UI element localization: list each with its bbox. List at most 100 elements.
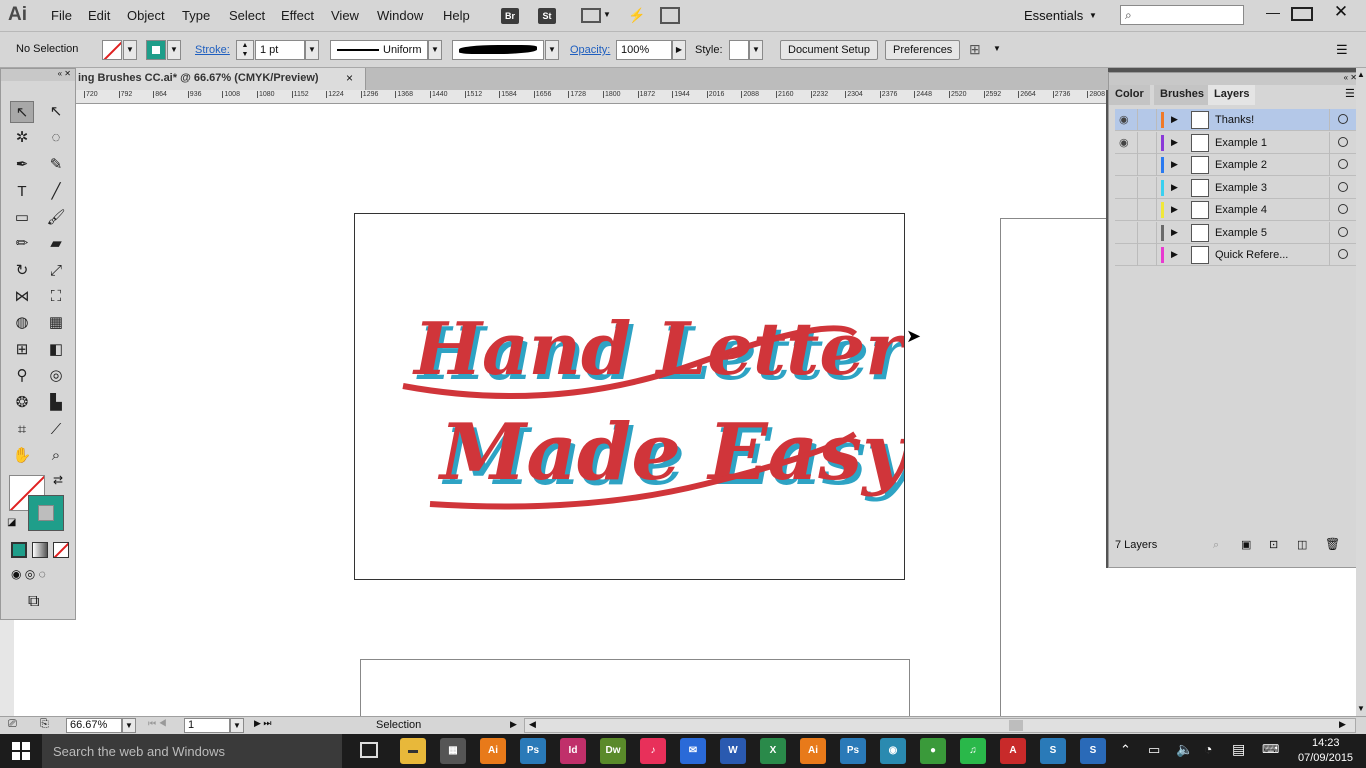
gradient-tool-icon[interactable]: ◧ — [44, 339, 68, 361]
rectangle-tool-icon[interactable]: ▭ — [10, 207, 34, 229]
battery-icon[interactable]: ▭ — [1148, 742, 1160, 758]
paintbrush-tool-icon[interactable]: 🖌 — [44, 207, 68, 229]
taskbar-app-icon[interactable]: ◉ — [880, 738, 906, 764]
stroke-stepper[interactable]: ▲ ▼ — [236, 40, 254, 60]
artboard-tool-icon[interactable]: ⌗ — [10, 419, 34, 441]
pen-tool-icon[interactable]: ✒ — [10, 154, 34, 176]
new-layer-icon[interactable]: ◫ — [1297, 538, 1307, 551]
taskbar-app-icon[interactable]: S — [1040, 738, 1066, 764]
expand-arrow-icon[interactable]: ▶ — [1171, 137, 1178, 148]
close-button[interactable]: ✕ — [1330, 2, 1352, 22]
search-input[interactable]: ⌕ — [1120, 5, 1244, 25]
open-in-icon[interactable]: ⎘ — [40, 718, 49, 731]
layer-name[interactable]: Example 1 — [1215, 137, 1267, 149]
variable-width-profile[interactable]: Uniform — [330, 40, 428, 60]
scroll-right-icon[interactable]: ▶ — [1339, 719, 1346, 730]
zoom-dropdown[interactable]: ▼ — [122, 718, 136, 733]
new-sublayer-icon[interactable]: ⊡ — [1269, 538, 1278, 551]
delete-layer-icon[interactable]: 🗑 — [1325, 537, 1340, 551]
expand-arrow-icon[interactable]: ▶ — [1171, 227, 1178, 238]
direct-selection-tool-icon[interactable]: ↖ — [44, 101, 68, 123]
zoom-input[interactable]: 66.67% — [66, 718, 122, 733]
scroll-up-icon[interactable]: ▲ — [1357, 70, 1365, 79]
status-menu-icon[interactable]: ▶ — [510, 719, 517, 730]
lock-toggle[interactable] — [1137, 176, 1157, 199]
scroll-thumb[interactable] — [1009, 720, 1023, 731]
third-artboard[interactable] — [360, 659, 910, 716]
layer-name[interactable]: Quick Refere... — [1215, 249, 1288, 261]
layer-row[interactable]: ◉ ▶ Example 1 — [1115, 131, 1357, 154]
slice-tool-icon[interactable]: ⟋ — [44, 419, 68, 441]
swap-colors-icon[interactable]: ⇄ — [53, 473, 63, 487]
brush-definition[interactable] — [452, 40, 544, 60]
symbol-sprayer-tool-icon[interactable]: ❂ — [10, 392, 34, 414]
width-tool-icon[interactable]: ⋈ — [10, 286, 34, 308]
lock-toggle[interactable] — [1137, 199, 1157, 221]
blend-tool-icon[interactable]: ◎ — [44, 365, 68, 387]
first-artboard-icon[interactable]: ⏮ ◀ — [148, 718, 167, 729]
expand-arrow-icon[interactable]: ▶ — [1171, 182, 1178, 193]
scroll-left-icon[interactable]: ◀ — [529, 719, 536, 730]
tools-collapse-icon[interactable]: « ✕ — [1, 69, 75, 81]
stroke-dropdown[interactable]: ▼ — [167, 40, 181, 60]
gpu-performance-icon[interactable]: ⚡ — [628, 7, 645, 24]
taskbar-app-icon[interactable]: ♫ — [960, 738, 986, 764]
hand-lettering-artwork[interactable]: Hand Lettering Made Easy! Hand Lettering… — [355, 214, 1037, 579]
layer-row[interactable]: ▶ Example 5 — [1115, 221, 1357, 244]
preferences-button[interactable]: Preferences — [885, 40, 961, 60]
layer-row[interactable]: ▶ Example 2 — [1115, 154, 1357, 176]
panel-collapse-icon[interactable]: « ✕ — [1109, 73, 1361, 85]
stroke-color-box[interactable] — [28, 495, 64, 531]
document-tab[interactable]: ing Brushes CC.ai* @ 66.67% (CMYK/Previe… — [76, 68, 366, 90]
workspace-switcher[interactable]: Essentials — [1024, 8, 1083, 23]
layer-name[interactable]: Example 5 — [1215, 227, 1267, 239]
default-colors-icon[interactable]: ◪ — [7, 517, 16, 528]
target-circle[interactable] — [1329, 109, 1357, 131]
arrange-documents-icon[interactable] — [581, 8, 601, 23]
hand-tool-icon[interactable]: ✋ — [10, 445, 34, 467]
align-options-icon[interactable]: ⊞ — [969, 41, 981, 58]
layer-name[interactable]: Example 4 — [1215, 204, 1267, 216]
notifications-icon[interactable]: ▤ — [1232, 741, 1245, 758]
document-setup-button[interactable]: Document Setup — [780, 40, 878, 60]
lock-toggle[interactable] — [1137, 244, 1157, 266]
brush-dropdown[interactable]: ▼ — [545, 40, 559, 60]
artboard[interactable]: Hand Lettering Made Easy! Hand Lettering… — [354, 213, 1037, 580]
target-circle[interactable] — [1329, 199, 1357, 221]
none-mode-icon[interactable] — [53, 542, 69, 558]
target-circle[interactable] — [1329, 131, 1357, 154]
fill-dropdown[interactable]: ▼ — [123, 40, 137, 60]
taskbar-app-icon[interactable]: W — [720, 738, 746, 764]
chevron-down-icon[interactable]: ▼ — [993, 44, 1001, 53]
layer-name[interactable]: Thanks! — [1215, 114, 1254, 126]
fill-swatch[interactable] — [102, 40, 122, 60]
menu-effect[interactable]: Effect — [281, 8, 314, 23]
color-mode-icon[interactable] — [11, 542, 27, 558]
taskbar-app-icon[interactable]: Id — [560, 738, 586, 764]
layer-row[interactable]: ▶ Quick Refere... — [1115, 244, 1357, 266]
menu-help[interactable]: Help — [443, 8, 470, 23]
menu-window[interactable]: Window — [377, 8, 423, 23]
profile-dropdown[interactable]: ▼ — [428, 40, 442, 60]
mesh-tool-icon[interactable]: ⊞ — [10, 339, 34, 361]
menu-type[interactable]: Type — [182, 8, 210, 23]
lock-toggle[interactable] — [1137, 221, 1157, 244]
keyboard-icon[interactable]: ⌨ — [1262, 742, 1279, 756]
wifi-icon[interactable]: ◔ — [1204, 741, 1212, 757]
show-hidden-icons-icon[interactable]: ⌃ — [1120, 742, 1131, 758]
opacity-flyout[interactable]: ▶ — [672, 40, 686, 60]
volume-icon[interactable]: 🔈 — [1176, 741, 1193, 758]
taskbar-app-icon[interactable]: Ai — [800, 738, 826, 764]
visibility-eye-icon[interactable]: ◉ — [1119, 136, 1133, 149]
clock-time[interactable]: 14:23 — [1312, 737, 1340, 749]
free-transform-tool-icon[interactable]: ⛶ — [44, 286, 68, 308]
lock-toggle[interactable] — [1137, 154, 1157, 176]
target-circle[interactable] — [1329, 221, 1357, 244]
visibility-eye-icon[interactable]: ◉ — [1119, 113, 1133, 126]
line-tool-icon[interactable]: ╱ — [44, 181, 68, 203]
vertical-scrollbar[interactable]: ▲ ▼ — [1356, 68, 1366, 716]
menu-select[interactable]: Select — [229, 8, 265, 23]
tab-brushes[interactable]: Brushes — [1154, 85, 1211, 105]
expand-arrow-icon[interactable]: ▶ — [1171, 159, 1178, 170]
next-artboard-icon[interactable]: ▶ ⏭ — [254, 718, 272, 729]
